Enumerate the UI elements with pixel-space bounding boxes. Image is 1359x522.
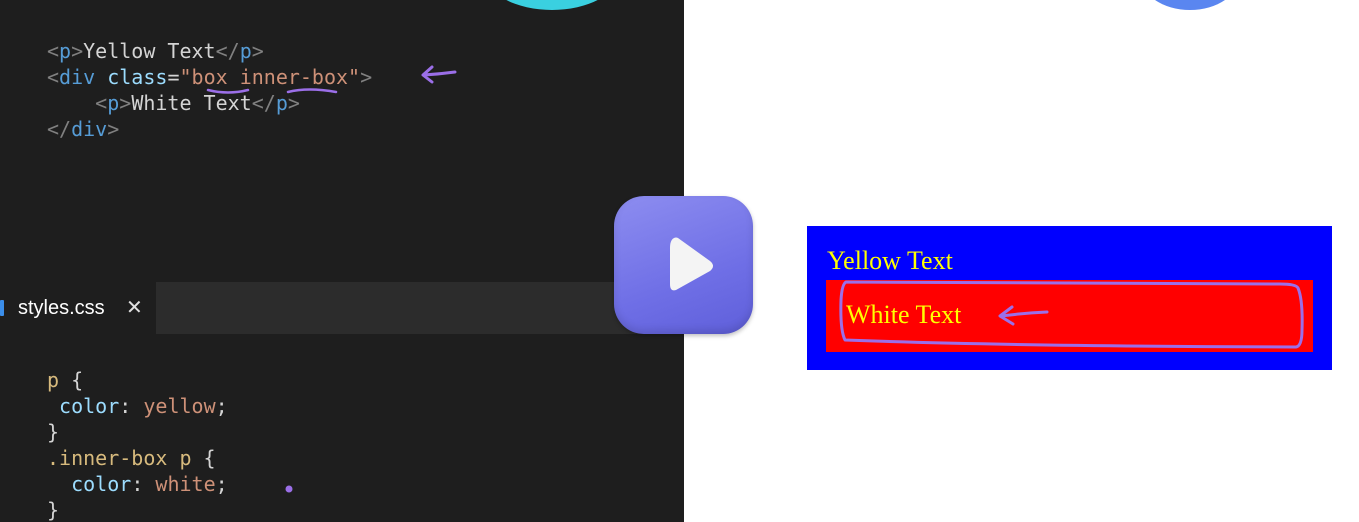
circle-highlight — [839, 280, 1304, 349]
arrow-left-icon — [998, 305, 1049, 326]
preview-annotations — [839, 280, 1304, 349]
